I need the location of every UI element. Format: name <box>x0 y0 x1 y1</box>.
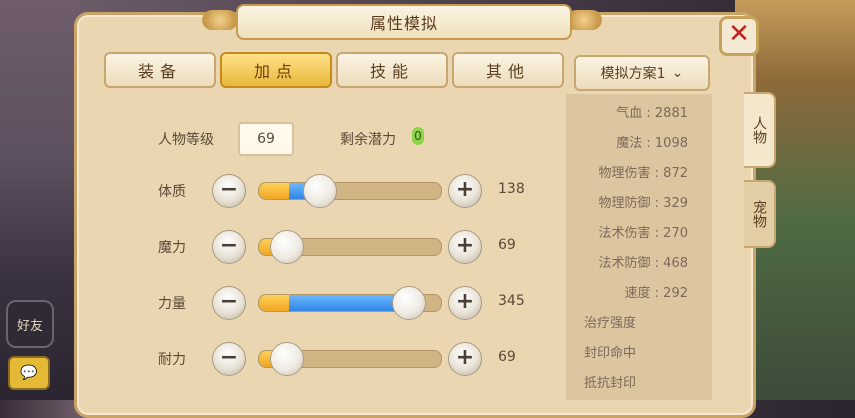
slider-added-fill <box>289 295 398 311</box>
plus-icon: + <box>455 233 475 258</box>
plus-icon: + <box>455 289 475 314</box>
tab-label: 加点 <box>253 62 298 81</box>
attribute-slider[interactable] <box>258 286 442 320</box>
stat-separator: : <box>650 286 664 301</box>
stat-row: 魔法 : 1098 <box>584 132 688 151</box>
stat-label: 速度 <box>624 286 651 301</box>
side-tab-character[interactable]: 人物 <box>744 92 776 168</box>
decrease-button[interactable]: − <box>212 174 246 208</box>
level-value: 69 <box>257 131 275 147</box>
stat-separator: : <box>650 166 664 181</box>
close-button[interactable]: ✕ <box>719 16 759 56</box>
stat-value: 292 <box>663 286 688 301</box>
friends-label: 好友 <box>16 318 43 334</box>
stat-label: 法术防御 <box>598 256 651 271</box>
decrease-button[interactable]: − <box>212 286 246 320</box>
attribute-label: 耐力 <box>158 352 186 368</box>
stat-row: 物理伤害 : 872 <box>584 162 689 181</box>
tab-add-points[interactable]: 加点 <box>220 52 332 88</box>
slider-knob[interactable] <box>270 230 304 264</box>
attribute-label: 力量 <box>158 296 186 312</box>
attribute-slider[interactable] <box>258 342 442 376</box>
stat-separator: : <box>642 136 655 151</box>
stat-label: 气血 <box>616 106 643 121</box>
increase-button[interactable]: + <box>448 230 482 264</box>
stat-separator: : <box>650 256 664 271</box>
minus-icon: − <box>219 345 239 370</box>
attribute-slider[interactable] <box>258 230 442 264</box>
increase-button[interactable]: + <box>448 174 482 208</box>
stat-value: 1098 <box>654 136 688 151</box>
friends-button[interactable]: 好友 <box>6 300 54 348</box>
window-title-text: 属性模拟 <box>369 14 438 33</box>
stat-value: 270 <box>663 226 688 241</box>
tab-equipment[interactable]: 装备 <box>104 52 216 88</box>
side-tab-label: 宠物 <box>751 200 767 228</box>
tab-label: 技能 <box>369 62 414 81</box>
level-field[interactable]: 69 <box>238 122 294 156</box>
close-icon: ✕ <box>728 19 750 49</box>
attribute-value: 69 <box>498 349 516 365</box>
slider-base-fill <box>259 295 289 311</box>
stat-row: 气血 : 2881 <box>584 102 688 121</box>
decrease-button[interactable]: − <box>212 342 246 376</box>
title-left-ornament <box>202 10 238 30</box>
stat-label: 物理防御 <box>598 196 651 211</box>
slider-base-fill <box>259 183 289 199</box>
window-title: 属性模拟 <box>236 4 572 40</box>
stat-label: 法术伤害 <box>598 226 651 241</box>
stat-separator: : <box>650 226 664 241</box>
stat-row: 速度 : 292 <box>584 282 689 301</box>
stat-row: 封印命中 <box>584 342 714 361</box>
scheme-label: 模拟方案1 <box>600 66 666 82</box>
stat-label: 封印命中 <box>584 346 637 361</box>
scheme-dropdown[interactable]: 模拟方案1 ⌄ <box>574 55 710 91</box>
side-tab-pet[interactable]: 宠物 <box>744 180 776 248</box>
tab-other[interactable]: 其他 <box>452 52 564 88</box>
slider-knob[interactable] <box>392 286 426 320</box>
chat-icon: 💬 <box>20 365 38 381</box>
attribute-value: 345 <box>498 293 525 309</box>
decrease-button[interactable]: − <box>212 230 246 264</box>
stat-label: 物理伤害 <box>598 166 651 181</box>
stat-label: 抵抗封印 <box>584 376 637 391</box>
attribute-value: 69 <box>498 237 516 253</box>
attribute-value: 138 <box>498 181 525 197</box>
stat-label: 魔法 <box>616 136 643 151</box>
tab-label: 其他 <box>485 62 530 81</box>
minus-icon: − <box>219 289 239 314</box>
side-tab-label: 人物 <box>751 116 767 144</box>
stat-row: 法术伤害 : 270 <box>584 222 689 241</box>
level-label: 人物等级 <box>158 132 214 148</box>
stat-row: 法术防御 : 468 <box>584 252 689 271</box>
remaining-potential-value: 0 <box>412 127 424 145</box>
stat-value: 329 <box>663 196 688 211</box>
slider-knob[interactable] <box>303 174 337 208</box>
stat-value: 872 <box>663 166 688 181</box>
chevron-down-icon: ⌄ <box>671 65 684 81</box>
attribute-slider[interactable] <box>258 174 442 208</box>
plus-icon: + <box>455 177 475 202</box>
minus-icon: − <box>219 177 239 202</box>
stat-row: 抵抗封印 <box>584 372 714 391</box>
stat-separator: : <box>642 106 655 121</box>
tab-skills[interactable]: 技能 <box>336 52 448 88</box>
increase-button[interactable]: + <box>448 286 482 320</box>
stat-row: 物理防御 : 329 <box>584 192 689 211</box>
stat-value: 468 <box>663 256 688 271</box>
plus-icon: + <box>455 345 475 370</box>
stat-value: 2881 <box>654 106 688 121</box>
attribute-label: 体质 <box>158 184 186 200</box>
tab-label: 装备 <box>137 62 182 81</box>
chat-button[interactable]: 💬 <box>8 356 50 390</box>
stat-separator: : <box>650 196 664 211</box>
slider-knob[interactable] <box>270 342 304 376</box>
attribute-label: 魔力 <box>158 240 186 256</box>
remaining-potential-label: 剩余潜力 <box>340 132 396 148</box>
stat-label: 治疗强度 <box>584 316 637 331</box>
minus-icon: − <box>219 233 239 258</box>
stat-row: 治疗强度 <box>584 312 714 331</box>
increase-button[interactable]: + <box>448 342 482 376</box>
